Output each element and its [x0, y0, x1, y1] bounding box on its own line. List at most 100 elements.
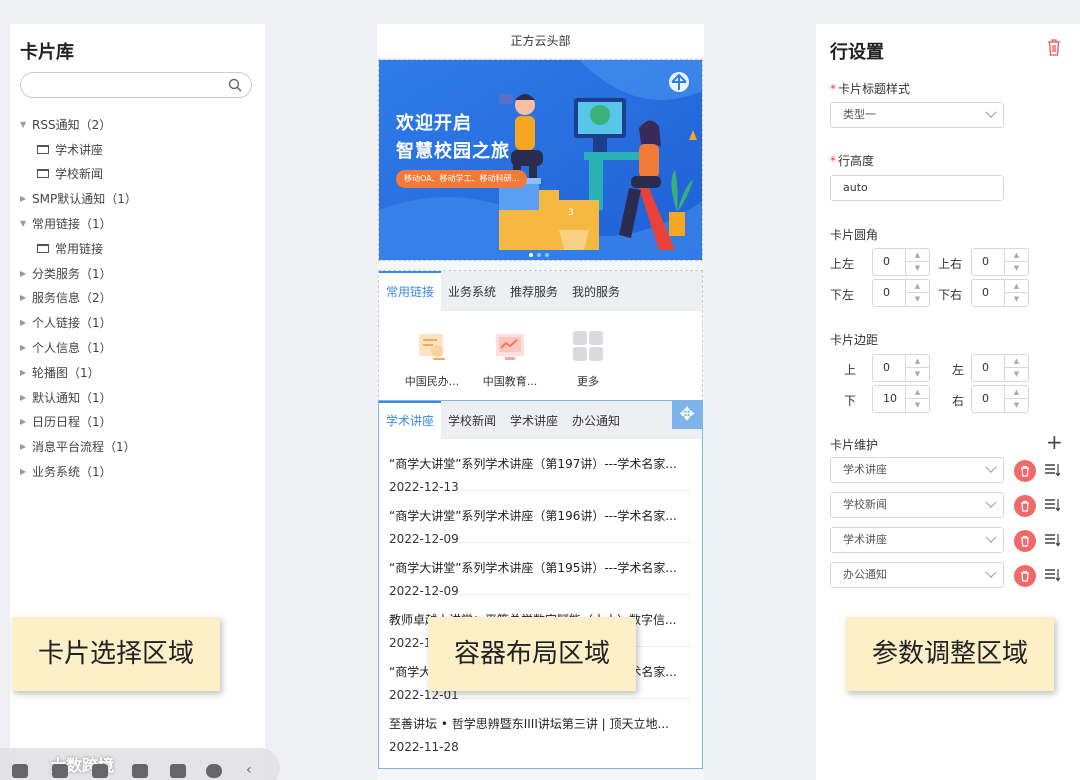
- stepper-down-icon[interactable]: ▼: [1005, 399, 1028, 412]
- banner-carousel[interactable]: 3 欢迎开启 智慧校园之旅 移动OA、移动学工、移动科研...: [378, 59, 703, 261]
- move-handle-icon[interactable]: ✥: [672, 401, 702, 429]
- carousel-dot[interactable]: [537, 253, 541, 257]
- caret-right-icon[interactable]: ▶: [20, 343, 32, 352]
- caret-right-icon[interactable]: ▶: [20, 417, 32, 426]
- news-card[interactable]: 学术讲座 学校新闻 学术讲座 办公通知 ✥ “商学大讲堂”系列学术讲座（第197讲）-…: [378, 400, 703, 769]
- number-stepper[interactable]: 0 ▲ ▼: [872, 279, 930, 307]
- tab-item[interactable]: 我的服务: [565, 271, 627, 311]
- tab-item[interactable]: 办公通知: [565, 401, 627, 439]
- number-stepper[interactable]: 0 ▲ ▼: [971, 279, 1029, 307]
- tree-category[interactable]: ▼ 常用链接（1）: [20, 211, 255, 236]
- card-select[interactable]: 办公通知: [830, 562, 1004, 588]
- delete-card-button[interactable]: [1014, 495, 1036, 517]
- app-item-minban[interactable]: 中国民办...: [393, 331, 471, 389]
- card-search[interactable]: [20, 72, 252, 98]
- caret-down-icon[interactable]: ▼: [20, 120, 32, 129]
- stepper-down-icon[interactable]: ▼: [906, 293, 929, 306]
- caret-down-icon[interactable]: ▼: [20, 219, 32, 228]
- app-item-jiaoyu[interactable]: 中国教育...: [471, 331, 549, 389]
- add-card-button[interactable]: +: [1046, 432, 1063, 452]
- caret-right-icon[interactable]: ▶: [20, 442, 32, 451]
- number-stepper[interactable]: 0 ▲ ▼: [971, 354, 1029, 382]
- carousel-dot[interactable]: [529, 253, 533, 257]
- tree-category[interactable]: ▶ 日历日程（1）: [20, 410, 255, 435]
- comment-icon[interactable]: [170, 764, 186, 778]
- stepper-value[interactable]: 0: [982, 361, 989, 374]
- drag-sort-icon[interactable]: [1044, 498, 1060, 512]
- number-stepper[interactable]: 0 ▲ ▼: [971, 248, 1029, 276]
- card-select[interactable]: 学术讲座: [830, 457, 1004, 483]
- drag-sort-icon[interactable]: [1044, 463, 1060, 477]
- stepper-down-icon[interactable]: ▼: [906, 399, 929, 412]
- caret-right-icon[interactable]: ▶: [20, 393, 32, 402]
- number-stepper[interactable]: 10 ▲ ▼: [872, 385, 930, 413]
- news-item[interactable]: “商学大讲堂”系列学术讲座（第195讲）---学术名家... 2022-12-09: [389, 543, 692, 598]
- stepper-value[interactable]: 10: [883, 392, 897, 405]
- title-style-select[interactable]: 类型一: [830, 102, 1004, 128]
- card-select[interactable]: 学校新闻: [830, 492, 1004, 518]
- stepper-value[interactable]: 0: [883, 255, 890, 268]
- tab-item[interactable]: 学术讲座: [503, 401, 565, 439]
- number-stepper[interactable]: 0 ▲ ▼: [872, 248, 930, 276]
- tree-leaf-card[interactable]: 常用链接: [20, 236, 255, 261]
- tree-leaf-card[interactable]: 学校新闻: [20, 162, 255, 187]
- caret-right-icon[interactable]: ▶: [20, 269, 32, 278]
- tree-category[interactable]: ▶ 分类服务（1）: [20, 261, 255, 286]
- tree-category[interactable]: ▶ 服务信息（2）: [20, 286, 255, 311]
- stepper-value[interactable]: 0: [883, 361, 890, 374]
- stepper-value[interactable]: 0: [883, 286, 890, 299]
- tree-category[interactable]: ▶ 业务系统（1）: [20, 459, 255, 484]
- tree-category[interactable]: ▶ 个人链接（1）: [20, 310, 255, 335]
- number-stepper[interactable]: 0 ▲ ▼: [971, 385, 1029, 413]
- delete-card-button[interactable]: [1014, 530, 1036, 552]
- news-item[interactable]: 至善讲坛 • 哲学思辨暨东IIII讲坛第三讲 | 顶天立地... 2022-11-…: [389, 699, 692, 754]
- news-item[interactable]: “商学大讲堂”系列学术讲座（第196讲）---学术名家... 2022-12-09: [389, 491, 692, 546]
- stepper-down-icon[interactable]: ▼: [906, 368, 929, 381]
- stepper-value[interactable]: 0: [982, 286, 989, 299]
- stepper-up-icon[interactable]: ▲: [1005, 386, 1028, 399]
- tree-category[interactable]: ▶ 默认通知（1）: [20, 385, 255, 410]
- stepper-down-icon[interactable]: ▼: [1005, 293, 1028, 306]
- stepper-up-icon[interactable]: ▲: [1005, 280, 1028, 293]
- stepper-up-icon[interactable]: ▲: [906, 280, 929, 293]
- caret-right-icon[interactable]: ▶: [20, 467, 32, 476]
- collapse-icon[interactable]: ‹: [246, 763, 262, 778]
- cloud-header[interactable]: 正方云头部: [377, 24, 704, 58]
- tree-category[interactable]: ▼ RSS通知（2）: [20, 112, 255, 137]
- tab-item[interactable]: 业务系统: [441, 271, 503, 311]
- tab-item[interactable]: 推荐服务: [503, 271, 565, 311]
- search-input[interactable]: [31, 73, 231, 97]
- video-icon[interactable]: [132, 764, 148, 778]
- stepper-up-icon[interactable]: ▲: [1005, 355, 1028, 368]
- tab-item[interactable]: 学术讲座: [379, 401, 442, 439]
- tree-category[interactable]: ▶ 轮播图（1）: [20, 360, 255, 385]
- trash-icon[interactable]: [1046, 38, 1062, 56]
- stepper-up-icon[interactable]: ▲: [906, 386, 929, 399]
- stepper-down-icon[interactable]: ▼: [1005, 262, 1028, 275]
- delete-card-button[interactable]: [1014, 460, 1036, 482]
- caret-right-icon[interactable]: ▶: [20, 368, 32, 377]
- drag-sort-icon[interactable]: [1044, 533, 1060, 547]
- caret-right-icon[interactable]: ▶: [20, 293, 32, 302]
- number-stepper[interactable]: 0 ▲ ▼: [872, 354, 930, 382]
- tree-leaf-card[interactable]: 学术讲座: [20, 137, 255, 162]
- row-height-input[interactable]: auto: [830, 175, 1004, 201]
- tab-item[interactable]: 学校新闻: [441, 401, 503, 439]
- stepper-down-icon[interactable]: ▼: [1005, 368, 1028, 381]
- tree-category[interactable]: ▶ 个人信息（1）: [20, 335, 255, 360]
- caret-right-icon[interactable]: ▶: [20, 194, 32, 203]
- tree-category[interactable]: ▶ SMP默认通知（1）: [20, 186, 255, 211]
- stepper-up-icon[interactable]: ▲: [906, 249, 929, 262]
- crop-icon[interactable]: [92, 764, 108, 778]
- carousel-dot[interactable]: [545, 253, 549, 257]
- stepper-down-icon[interactable]: ▼: [906, 262, 929, 275]
- app-item-more[interactable]: 更多: [549, 331, 627, 389]
- drag-sort-icon[interactable]: [1044, 568, 1060, 582]
- stepper-value[interactable]: 0: [982, 392, 989, 405]
- more-icon[interactable]: [206, 764, 222, 778]
- delete-card-button[interactable]: [1014, 565, 1036, 587]
- news-item[interactable]: “商学大讲堂”系列学术讲座（第197讲）---学术名家... 2022-12-13: [389, 439, 692, 494]
- stepper-up-icon[interactable]: ▲: [1005, 249, 1028, 262]
- tab-item[interactable]: 常用链接: [379, 271, 442, 311]
- pen-icon[interactable]: [52, 764, 68, 778]
